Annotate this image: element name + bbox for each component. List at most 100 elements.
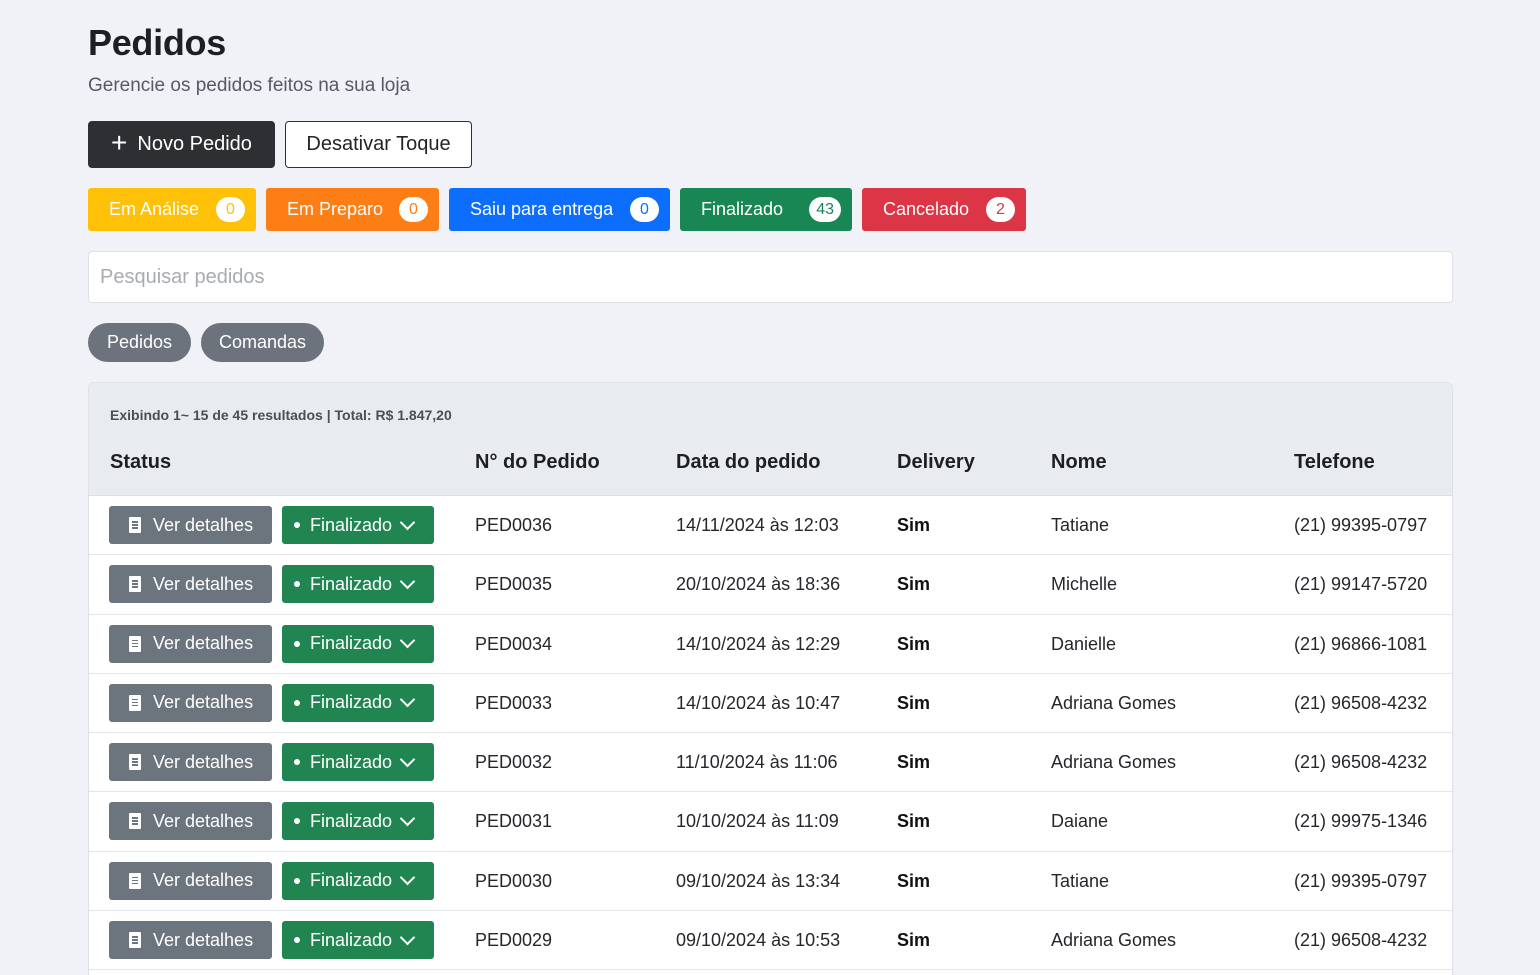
receipt-icon — [129, 813, 141, 830]
status-filter-label: Cancelado — [883, 199, 970, 219]
results-summary: Exibindo 1~ 15 de 45 resultados | Total:… — [110, 407, 452, 423]
order-number-cell: PED0031 — [475, 811, 553, 832]
receipt-icon — [129, 754, 141, 771]
status-dot-icon — [294, 877, 300, 884]
status-filter-em-analise[interactable]: Em Análise 0 — [88, 188, 256, 231]
status-dropdown[interactable]: Finalizado — [282, 506, 434, 544]
customer-name-cell: Daiane — [1051, 811, 1109, 832]
column-header-order-date: Data do pedido — [676, 451, 821, 473]
new-order-label: Novo Pedido — [137, 133, 252, 155]
status-dropdown[interactable]: Finalizado — [282, 624, 434, 663]
phone-cell: (21) 99975-1346 — [1294, 811, 1428, 832]
status-dropdown[interactable]: Finalizado — [282, 921, 434, 960]
status-dropdown-label: Finalizado — [310, 573, 393, 594]
tab-comandas[interactable]: Comandas — [201, 323, 324, 362]
status-dropdown-label: Finalizado — [310, 633, 393, 654]
status-dropdown-label: Finalizado — [310, 751, 393, 772]
tab-pedidos[interactable]: Pedidos — [88, 323, 191, 362]
delivery-cell: Sim — [897, 515, 931, 535]
phone-cell: (21) 96508-4232 — [1294, 692, 1428, 713]
table-body: Ver detalhes Finalizado PED0036 14/11/20… — [89, 496, 1452, 971]
toggle-sound-button[interactable]: Desativar Toque — [285, 121, 472, 168]
new-order-button[interactable]: + Novo Pedido — [88, 121, 275, 168]
order-number-cell: PED0033 — [475, 692, 553, 713]
table-row: Ver detalhes Finalizado PED0031 10/10/20… — [89, 792, 1452, 852]
customer-name-cell: Adriana Gomes — [1051, 930, 1177, 951]
chevron-down-icon — [399, 810, 416, 827]
status-filter-label: Finalizado — [701, 199, 784, 219]
table-row: Ver detalhes Finalizado PED0029 09/10/20… — [89, 911, 1452, 971]
phone-cell: (21) 96508-4232 — [1294, 752, 1428, 773]
delivery-cell: Sim — [897, 692, 931, 713]
phone-cell: (21) 96866-1081 — [1294, 633, 1428, 654]
status-dropdown[interactable]: Finalizado — [282, 683, 434, 722]
chevron-down-icon — [399, 573, 416, 590]
page-subtitle: Gerencie os pedidos feitos na sua loja — [88, 75, 411, 96]
status-dot-icon — [294, 581, 300, 588]
phone-cell: (21) 99147-5720 — [1294, 574, 1428, 595]
delivery-cell: Sim — [897, 870, 931, 891]
chevron-down-icon — [399, 632, 416, 649]
customer-name-cell: Tatiane — [1051, 870, 1110, 891]
column-header-phone: Telefone — [1294, 451, 1375, 473]
column-header-name: Nome — [1051, 451, 1107, 473]
status-filter-label: Saiu para entrega — [470, 199, 614, 219]
chevron-down-icon — [399, 929, 416, 945]
table-header: Exibindo 1~ 15 de 45 resultados | Total:… — [89, 383, 1452, 496]
view-details-button[interactable]: Ver detalhes — [109, 802, 272, 841]
view-details-label: Ver detalhes — [153, 810, 254, 831]
delivery-cell: Sim — [897, 633, 931, 654]
table-row: Ver detalhes Finalizado PED0033 14/10/20… — [89, 674, 1452, 734]
status-dot-icon — [294, 759, 300, 766]
view-details-button[interactable]: Ver detalhes — [109, 743, 272, 782]
status-dropdown-label: Finalizado — [310, 929, 393, 950]
delivery-cell: Sim — [897, 752, 931, 773]
receipt-icon — [129, 872, 141, 889]
status-filter-cancelado[interactable]: Cancelado 2 — [862, 188, 1026, 231]
status-dropdown[interactable]: Finalizado — [282, 565, 434, 604]
search-input[interactable] — [88, 251, 1453, 303]
customer-name-cell: Tatiane — [1051, 515, 1110, 535]
status-count-badge: 2 — [986, 197, 1015, 222]
view-details-label: Ver detalhes — [153, 692, 254, 713]
view-details-button[interactable]: Ver detalhes — [109, 506, 272, 544]
view-details-button[interactable]: Ver detalhes — [109, 921, 272, 960]
status-filter-em-preparo[interactable]: Em Preparo 0 — [266, 188, 439, 231]
delivery-cell: Sim — [897, 930, 931, 951]
status-filter-label: Em Preparo — [287, 199, 384, 219]
status-dot-icon — [294, 937, 300, 944]
status-dot-icon — [294, 818, 300, 825]
view-details-button[interactable]: Ver detalhes — [109, 624, 272, 663]
view-details-button[interactable]: Ver detalhes — [109, 683, 272, 722]
customer-name-cell: Danielle — [1051, 633, 1117, 654]
status-filter-label: Em Análise — [109, 199, 200, 219]
status-dropdown-label: Finalizado — [310, 810, 393, 831]
status-dropdown[interactable]: Finalizado — [282, 861, 434, 900]
order-date-cell: 10/10/2024 às 11:09 — [676, 811, 839, 832]
view-details-button[interactable]: Ver detalhes — [109, 565, 272, 604]
status-filter-saiu-para-entrega[interactable]: Saiu para entrega 0 — [449, 188, 670, 231]
status-dropdown[interactable]: Finalizado — [282, 743, 434, 782]
page-title: Pedidos — [88, 22, 226, 63]
view-details-label: Ver detalhes — [153, 870, 254, 891]
status-filter-finalizado[interactable]: Finalizado 43 — [680, 188, 852, 231]
phone-cell: (21) 99395-0797 — [1294, 870, 1428, 891]
delivery-cell: Sim — [897, 811, 931, 832]
column-header-order-number: N° do Pedido — [475, 451, 600, 473]
receipt-icon — [129, 932, 141, 949]
order-date-cell: 09/10/2024 às 13:34 — [676, 870, 841, 891]
status-dropdown-label: Finalizado — [310, 692, 393, 713]
receipt-icon — [129, 635, 141, 652]
receipt-icon — [129, 694, 141, 711]
view-details-button[interactable]: Ver detalhes — [109, 861, 272, 900]
chevron-down-icon — [399, 751, 416, 767]
order-date-cell: 09/10/2024 às 10:53 — [676, 930, 841, 951]
order-date-cell: 11/10/2024 às 11:06 — [676, 752, 838, 773]
table-row: Ver detalhes Finalizado PED0034 14/10/20… — [89, 615, 1452, 674]
status-dropdown-label: Finalizado — [310, 870, 393, 891]
status-dot-icon — [294, 640, 300, 647]
status-dot-icon — [294, 699, 300, 706]
view-details-label: Ver detalhes — [153, 929, 254, 950]
status-dropdown[interactable]: Finalizado — [282, 802, 434, 841]
order-number-cell: PED0035 — [475, 574, 553, 595]
